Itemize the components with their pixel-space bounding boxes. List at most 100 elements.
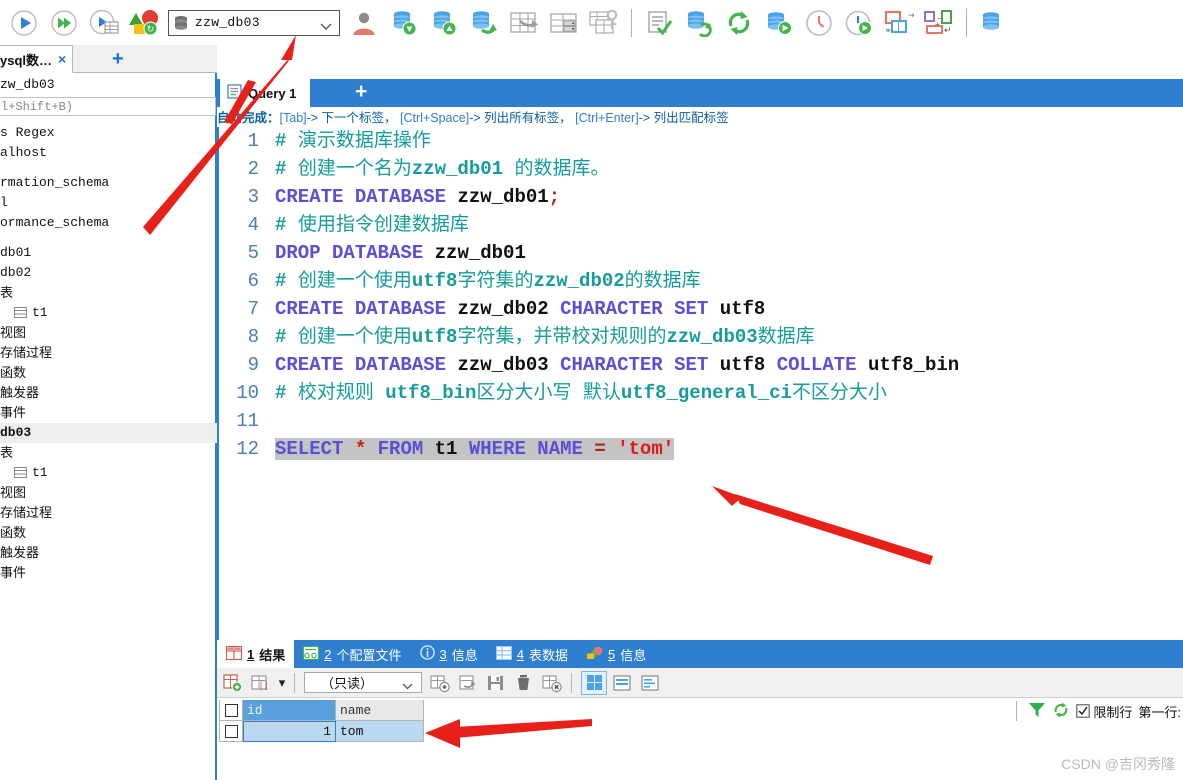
- execute-icon[interactable]: [4, 3, 44, 43]
- sidebar-tab-connection[interactable]: ysql数… ×: [0, 45, 74, 73]
- code-line[interactable]: 5 DROP DATABASE zzw_db01: [219, 239, 1183, 267]
- cancel-edit-icon[interactable]: [538, 669, 566, 697]
- tree-node[interactable]: db01: [0, 243, 217, 263]
- tree-node[interactable]: 视图: [0, 483, 217, 503]
- code-line[interactable]: 4 # 使用指令创建数据库: [219, 211, 1183, 239]
- document-check-icon[interactable]: [639, 3, 679, 43]
- result-grid[interactable]: id name 1 tom: [219, 700, 424, 742]
- save-icon[interactable]: [482, 669, 510, 697]
- add-query-tab-button[interactable]: +: [355, 80, 367, 104]
- column-header-name[interactable]: name: [336, 700, 424, 721]
- refresh-icon[interactable]: [1052, 701, 1070, 722]
- select-all-checkbox[interactable]: [219, 700, 243, 721]
- tree-node[interactable]: 事件: [0, 563, 217, 583]
- table-data-icon[interactable]: [544, 3, 584, 43]
- results-tab-3[interactable]: 3 信息: [411, 640, 487, 668]
- code-line[interactable]: 10 # 校对规则 utf8_bin区分大小写 默认utf8_general_ci…: [219, 379, 1183, 407]
- window-layout-icon[interactable]: ⇥ ⇤: [879, 3, 919, 43]
- delete-icon[interactable]: [510, 669, 538, 697]
- hint-label: 自动完成：: [217, 111, 280, 125]
- cell-name[interactable]: tom: [336, 721, 424, 742]
- tree-node[interactable]: 表: [0, 443, 217, 463]
- tree-node[interactable]: t1: [0, 303, 217, 323]
- results-tab-4[interactable]: 4 表数据: [487, 640, 577, 668]
- add-tab-button[interactable]: +: [112, 48, 124, 71]
- results-tab-2[interactable]: 2 个配置文件: [294, 640, 410, 668]
- record-dropdown-caret[interactable]: ▾: [275, 669, 289, 697]
- tree-node[interactable]: 存储过程: [0, 503, 217, 523]
- db-last-icon[interactable]: [974, 3, 1014, 43]
- tree-node[interactable]: ormance_schema: [0, 213, 217, 233]
- hint-text: -> 下一个标签，: [306, 111, 401, 125]
- tree-node-label: 函数: [0, 525, 27, 540]
- transfer-icon[interactable]: ← + ↵: [919, 3, 959, 43]
- tree-node[interactable]: 函数: [0, 523, 217, 543]
- results-tab-1[interactable]: 1 结果: [217, 640, 295, 668]
- form-view-button[interactable]: [609, 671, 635, 695]
- code-line[interactable]: 8 # 创建一个使用utf8字符集，并带校对规则的zzw_db03数据库: [219, 323, 1183, 351]
- clock-run-icon[interactable]: [839, 3, 879, 43]
- code-line[interactable]: 12 SELECT * FROM t1 WHERE NAME = 'tom': [219, 435, 1183, 463]
- results-tab-5[interactable]: 5 信息: [577, 640, 655, 668]
- cell-id[interactable]: 1: [243, 721, 336, 742]
- execute-all-icon[interactable]: [44, 3, 84, 43]
- close-icon[interactable]: ×: [58, 51, 66, 67]
- tree-node[interactable]: 触发器: [0, 543, 217, 563]
- tree-node-label: ormance_schema: [0, 215, 110, 230]
- tree-node-label: db02: [0, 265, 32, 280]
- code-line[interactable]: 9 CREATE DATABASE zzw_db03 CHARACTER SET …: [219, 351, 1183, 379]
- filter-icon[interactable]: [1028, 701, 1046, 722]
- duplicate-row-icon[interactable]: [454, 669, 482, 697]
- table-export-icon[interactable]: [504, 3, 544, 43]
- tree-node-label: t1: [32, 465, 48, 480]
- table-row[interactable]: 1 tom: [219, 721, 424, 742]
- tree-node[interactable]: s Regex: [0, 123, 217, 143]
- limit-rows-checkbox[interactable]: 限制行: [1076, 702, 1132, 721]
- tree-node[interactable]: 事件: [0, 403, 217, 423]
- tree-node[interactable]: rmation_schema: [0, 173, 217, 193]
- column-header-id[interactable]: id: [243, 700, 336, 721]
- tab-query-1[interactable]: Query 1: [220, 79, 311, 107]
- sidebar: ysql数… × + zw_db03 l+Shift+B) s Regex alh…: [0, 45, 217, 780]
- row-checkbox[interactable]: [219, 721, 243, 742]
- code-line[interactable]: 2 # 创建一个名为zzw_db01 的数据库。: [219, 155, 1183, 183]
- search-input[interactable]: l+Shift+B): [0, 97, 216, 116]
- grid-view-button[interactable]: [581, 670, 607, 695]
- tree-node[interactable]: l: [0, 193, 217, 213]
- code-line[interactable]: 1 # 演示数据库操作: [219, 127, 1183, 155]
- refresh-tree-icon[interactable]: ↻: [124, 3, 164, 43]
- add-record-icon[interactable]: [219, 669, 247, 697]
- sql-code-editor[interactable]: 1 # 演示数据库操作 2 # 创建一个名为zzw_db01 的数据库。 3 CREATE…: [217, 127, 1183, 640]
- tree-node[interactable]: alhost: [0, 143, 217, 163]
- new-row-icon[interactable]: [426, 669, 454, 697]
- db-sync-icon[interactable]: [464, 3, 504, 43]
- tree-node[interactable]: t1: [0, 463, 217, 483]
- delete-record-icon[interactable]: [ ]: [247, 669, 275, 697]
- code-line[interactable]: 7 CREATE DATABASE zzw_db02 CHARACTER SET …: [219, 295, 1183, 323]
- db-export-icon[interactable]: [424, 3, 464, 43]
- table-key-icon[interactable]: [584, 3, 624, 43]
- text-view-button[interactable]: [637, 671, 663, 695]
- db-selector[interactable]: zzw_db03: [168, 9, 340, 36]
- chevron-down-icon[interactable]: [320, 18, 332, 36]
- tree-node[interactable]: 视图: [0, 323, 217, 343]
- tree-node[interactable]: 表: [0, 283, 217, 303]
- execute-to-table-icon[interactable]: [84, 3, 124, 43]
- db-import-icon[interactable]: [384, 3, 424, 43]
- chevron-down-icon[interactable]: [402, 678, 413, 693]
- tree-node[interactable]: 存储过程: [0, 343, 217, 363]
- query-icon: [227, 84, 242, 102]
- code-line[interactable]: 6 # 创建一个使用utf8字符集的zzw_db02的数据库: [219, 267, 1183, 295]
- db-refresh-icon[interactable]: [679, 3, 719, 43]
- db-add-icon[interactable]: [759, 3, 799, 43]
- code-line[interactable]: 3 CREATE DATABASE zzw_db01;: [219, 183, 1183, 211]
- tree-node[interactable]: 触发器: [0, 383, 217, 403]
- code-line[interactable]: 11: [219, 407, 1183, 435]
- readonly-mode-select[interactable]: （只读）: [304, 672, 422, 693]
- tree-node[interactable]: db02: [0, 263, 217, 283]
- user-icon[interactable]: [344, 3, 384, 43]
- refresh-icon[interactable]: [719, 3, 759, 43]
- tree-node[interactable]: 函数: [0, 363, 217, 383]
- clock-icon[interactable]: [799, 3, 839, 43]
- tree-node-selected[interactable]: db03: [0, 423, 217, 443]
